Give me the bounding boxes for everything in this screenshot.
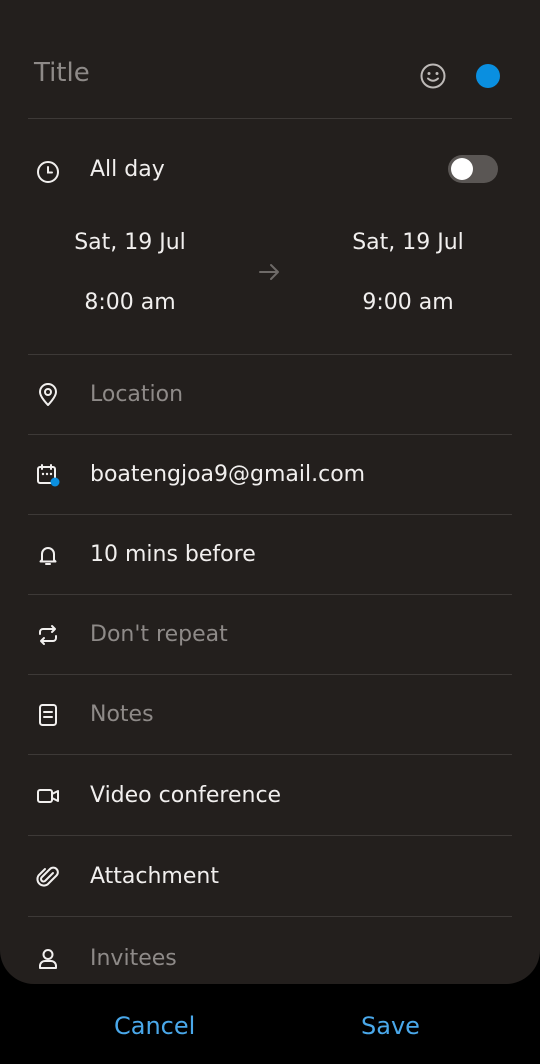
title-input[interactable]: Title <box>34 58 90 88</box>
repeat-row[interactable]: Don't repeat <box>28 594 512 675</box>
calendar-icon <box>35 462 61 488</box>
save-button[interactable]: Save <box>361 1012 420 1040</box>
event-edit-card: Title All day Sat, 19 Jul 8:00 am Sat, 1… <box>0 0 540 984</box>
all-day-label: All day <box>90 157 165 182</box>
paperclip-icon <box>35 864 61 890</box>
event-color-dot[interactable] <box>476 64 500 88</box>
video-camera-icon <box>35 783 61 809</box>
notes-icon <box>35 702 61 728</box>
clock-icon <box>35 159 61 185</box>
video-conference-row[interactable]: Video conference <box>28 754 512 836</box>
end-date[interactable]: Sat, 19 Jul <box>308 230 508 255</box>
location-field[interactable]: Location <box>90 382 183 407</box>
location-row[interactable]: Location <box>28 354 512 435</box>
attachment-row[interactable]: Attachment <box>28 835 512 917</box>
video-conference-label[interactable]: Video conference <box>90 783 281 808</box>
start-date[interactable]: Sat, 19 Jul <box>30 230 230 255</box>
all-day-toggle[interactable] <box>448 155 498 183</box>
invitees-field[interactable]: Invitees <box>90 946 177 971</box>
bottom-action-bar: Cancel Save <box>0 984 540 1064</box>
cancel-button[interactable]: Cancel <box>114 1012 195 1040</box>
reminder-value[interactable]: 10 mins before <box>90 542 256 567</box>
start-time[interactable]: 8:00 am <box>30 290 230 315</box>
notes-row[interactable]: Notes <box>28 674 512 755</box>
attachment-label[interactable]: Attachment <box>90 864 219 889</box>
toggle-knob <box>451 158 473 180</box>
person-icon <box>35 946 61 972</box>
notes-field[interactable]: Notes <box>90 702 154 727</box>
repeat-icon <box>35 622 61 648</box>
bell-icon <box>35 542 61 568</box>
calendar-row[interactable]: boatengjoa9@gmail.com <box>28 434 512 515</box>
reminder-row[interactable]: 10 mins before <box>28 514 512 595</box>
arrow-right-icon <box>256 258 284 286</box>
date-time-section: All day Sat, 19 Jul 8:00 am Sat, 19 Jul … <box>28 118 512 355</box>
repeat-value[interactable]: Don't repeat <box>90 622 228 647</box>
invitees-row[interactable]: Invitees <box>28 916 512 984</box>
calendar-account[interactable]: boatengjoa9@gmail.com <box>90 462 365 487</box>
location-pin-icon <box>35 382 61 408</box>
smiley-icon[interactable] <box>418 61 448 91</box>
title-row[interactable]: Title <box>28 34 512 119</box>
end-time[interactable]: 9:00 am <box>308 290 508 315</box>
